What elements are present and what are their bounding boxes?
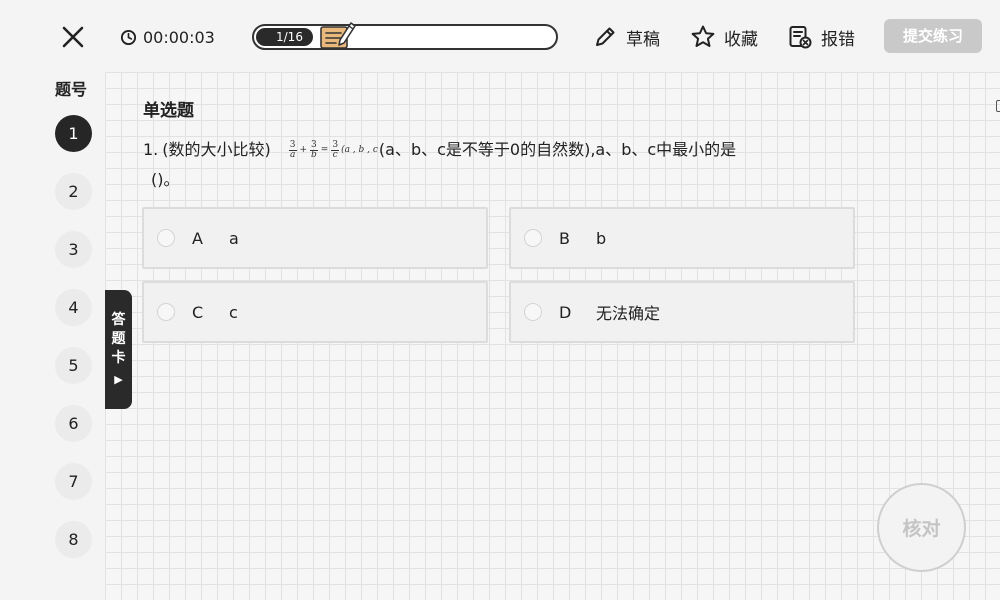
progress-label: 1/16 — [276, 30, 303, 44]
close-icon[interactable] — [60, 24, 86, 50]
question-type-label: 单选题 — [143, 101, 194, 121]
favorite-label: 收藏 — [724, 29, 758, 50]
edge-marker-icon — [996, 100, 1000, 112]
option-a-letter: A — [192, 228, 203, 248]
draft-button[interactable]: 草稿 — [592, 22, 660, 52]
question-text: (a、b、c是不等于0的自然数),a、b、c中最小的是 — [378, 140, 737, 159]
question-number-sidebar: 题号 — [0, 72, 105, 600]
answer-card-tab[interactable]: 答 题 卡 ▶ — [105, 290, 132, 409]
question-number: 1. — [143, 140, 159, 159]
check-answer-button[interactable]: 核对 — [877, 483, 966, 572]
fraction-term-3: 3 c — [331, 139, 340, 160]
question-number-1[interactable]: 1 — [55, 115, 92, 152]
report-error-icon — [789, 26, 812, 49]
question-number-7[interactable]: 7 — [55, 463, 92, 500]
option-a-text: a — [229, 228, 239, 248]
sidebar-title: 题号 — [55, 80, 88, 99]
question-number-4[interactable]: 4 — [55, 289, 92, 326]
option-a[interactable]: A a — [142, 207, 488, 269]
option-c-letter: C — [192, 302, 204, 322]
option-d-text: 无法确定 — [596, 304, 661, 323]
question-number-2[interactable]: 2 — [55, 173, 92, 210]
question-blank: ()。 — [151, 170, 180, 189]
question-stem: 1. (数的大小比较) 3 a + 3 b = 3 c (a , b , c (… — [143, 138, 843, 192]
top-bar: 00:00:03 1/16 草稿 收藏 报错 提交练习 — [0, 0, 1000, 72]
answer-card-label-2: 题 — [111, 330, 126, 347]
option-a-radio[interactable] — [157, 229, 175, 247]
option-c-text: c — [229, 302, 238, 322]
progress-bar[interactable]: 1/16 — [252, 22, 558, 50]
fraction-term-2: 3 b — [310, 139, 318, 160]
submit-practice-button[interactable]: 提交练习 — [884, 19, 982, 53]
star-icon — [691, 25, 715, 47]
report-error-label: 报错 — [821, 29, 855, 50]
option-b-radio[interactable] — [524, 229, 542, 247]
favorite-button[interactable]: 收藏 — [690, 22, 758, 52]
answer-card-label-1: 答 — [111, 311, 126, 328]
pencil-icon — [596, 27, 615, 46]
clock-icon — [120, 29, 137, 45]
option-c[interactable]: C c — [142, 281, 488, 343]
timer-value: 00:00:03 — [143, 27, 215, 47]
option-d-radio[interactable] — [524, 303, 542, 321]
draft-label: 草稿 — [626, 29, 660, 50]
question-topic: (数的大小比较) — [162, 140, 271, 159]
option-b[interactable]: B b — [509, 207, 855, 269]
answer-card-label-3: 卡 — [111, 349, 126, 366]
option-b-letter: B — [559, 228, 570, 248]
question-formula: 3 a + 3 b = 3 c (a , b , c — [288, 139, 378, 160]
question-number-3[interactable]: 3 — [55, 231, 92, 268]
option-d-letter: D — [559, 302, 572, 322]
question-number-8[interactable]: 8 — [55, 521, 92, 558]
question-number-5[interactable]: 5 — [55, 347, 92, 384]
question-number-6[interactable]: 6 — [55, 405, 92, 442]
fraction-term-1: 3 a — [288, 139, 297, 160]
notes-pencil-icon[interactable] — [318, 18, 358, 52]
option-b-text: b — [596, 228, 607, 248]
option-c-radio[interactable] — [157, 303, 175, 321]
option-d[interactable]: D 无法确定 — [509, 281, 855, 343]
timer: 00:00:03 — [120, 26, 215, 48]
expand-arrow-icon: ▶ — [114, 372, 123, 386]
report-error-button[interactable]: 报错 — [787, 22, 855, 52]
